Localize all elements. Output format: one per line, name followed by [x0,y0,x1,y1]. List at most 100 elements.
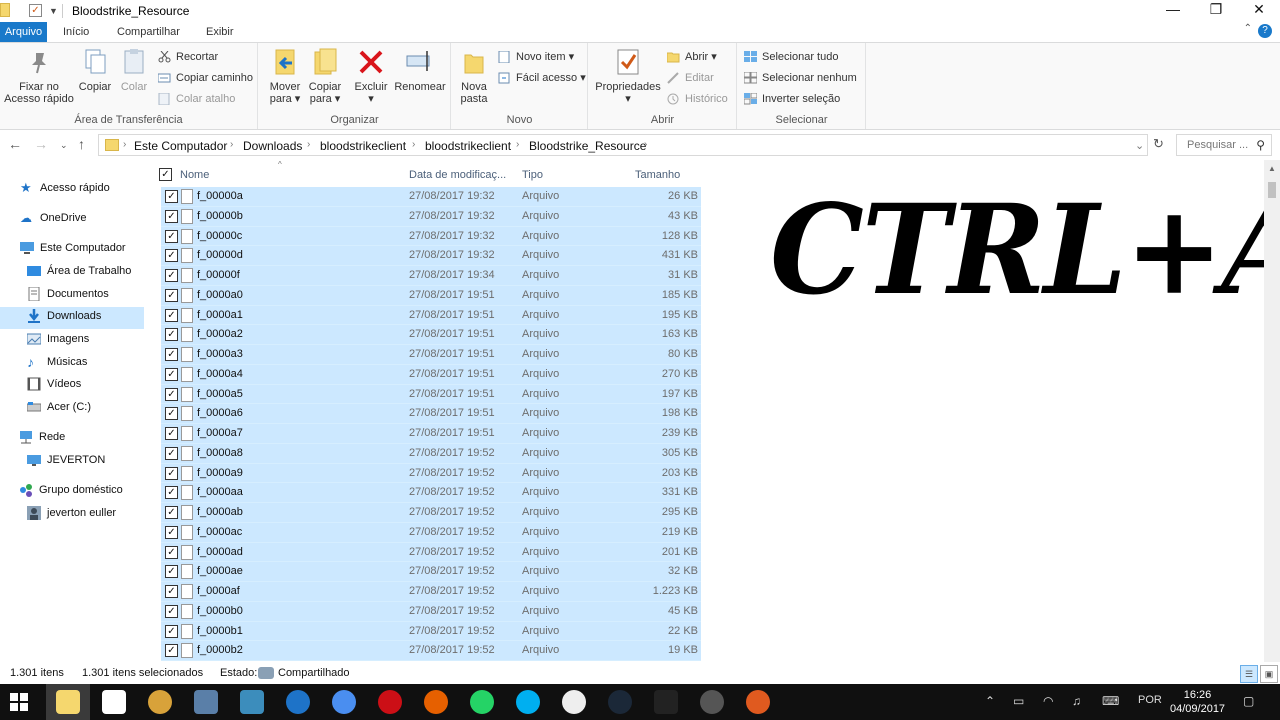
tab-compartilhar[interactable]: Compartilhar [109,22,188,42]
maximize-button[interactable]: ❐ [1193,0,1239,20]
table-row[interactable]: ✓ f_00000b 27/08/2017 19:32 Arquivo 43 KB [161,206,701,227]
game-icon[interactable] [148,690,172,714]
file-explorer-icon[interactable] [56,690,80,714]
media-player-icon[interactable] [194,690,218,714]
row-checkbox[interactable]: ✓ [165,348,178,361]
pin-quick-access-button[interactable]: Fixar no Acesso rápido [2,47,76,105]
ribbon-collapse-icon[interactable]: ⌃ [1244,23,1252,34]
game-client-icon[interactable] [746,690,770,714]
column-header-date[interactable]: Data de modificaç... [409,169,506,181]
column-header-size[interactable]: Tamanho [635,169,680,181]
copy-to-button[interactable]: Copiar para ▾ [305,47,345,105]
paste-button[interactable]: Colar [115,47,153,93]
nav-onedrive[interactable]: ☁ OneDrive [20,208,86,228]
row-checkbox[interactable]: ✓ [165,209,178,223]
nav-images[interactable]: Imagens [26,329,89,349]
row-checkbox[interactable]: ✓ [165,328,178,342]
nav-user[interactable]: jeverton euller [27,503,116,523]
row-checkbox[interactable]: ✓ [165,367,178,381]
nox-icon[interactable] [654,690,678,714]
properties-quick-icon[interactable]: ✓ [29,4,42,17]
table-row[interactable]: ✓ f_00000c 27/08/2017 19:32 Arquivo 128 KB [161,226,701,247]
table-row[interactable]: ✓ f_0000a9 27/08/2017 19:52 Arquivo 203 KB [161,463,701,484]
paste-shortcut-button[interactable]: Colar atalho [158,90,235,108]
nav-this-pc[interactable]: Este Computador [20,238,126,258]
wifi-icon[interactable]: ◠ [1043,694,1053,708]
recent-locations-chevron-icon[interactable]: ⌄ [60,140,68,151]
table-row[interactable]: ✓ f_0000a5 27/08/2017 19:51 Arquivo 197 KB [161,384,701,405]
table-row[interactable]: ✓ f_0000a4 27/08/2017 19:51 Arquivo 270 KB [161,364,701,385]
cut-button[interactable]: Recortar [158,48,218,66]
select-all-checkbox[interactable]: ✓ [159,168,172,181]
tool-app-icon[interactable] [240,690,264,714]
breadcrumb-item[interactable]: Bloodstrike_Resource [529,139,646,153]
game-launcher-icon[interactable] [700,690,724,714]
language-indicator[interactable]: POR [1138,694,1162,706]
minimize-button[interactable]: — [1150,0,1196,20]
table-row[interactable]: ✓ f_0000b0 27/08/2017 19:52 Arquivo 45 KB [161,601,701,622]
breadcrumb-item[interactable]: bloodstrikeclient [425,139,511,153]
move-to-button[interactable]: Mover para ▾ [265,47,305,105]
nav-jeverton-pc[interactable]: JEVERTON [27,450,105,470]
nav-downloads[interactable]: Downloads [27,306,101,326]
refresh-icon[interactable]: ↻ [1153,136,1164,152]
table-row[interactable]: ✓ f_0000ad 27/08/2017 19:52 Arquivo 201 KB [161,542,701,563]
nav-drive-c[interactable]: Acer (C:) [26,397,91,417]
table-row[interactable]: ✓ f_0000a0 27/08/2017 19:51 Arquivo 185 KB [161,285,701,306]
history-button[interactable]: Histórico [667,90,728,108]
row-checkbox[interactable]: ✓ [165,624,178,638]
delete-button[interactable]: Excluir ▾ [351,47,391,105]
close-button[interactable]: ✕ [1236,0,1280,20]
row-checkbox[interactable]: ✓ [165,604,178,618]
whatsapp-icon[interactable] [470,690,494,714]
nav-quick-access[interactable]: ★ Acesso rápido [20,178,110,198]
new-item-button[interactable]: Novo item ▾ [498,48,574,66]
table-row[interactable]: ✓ f_0000b2 27/08/2017 19:52 Arquivo 19 KB [161,641,701,661]
row-checkbox[interactable]: ✓ [165,427,178,440]
opera-browser-icon[interactable] [378,690,402,714]
breadcrumb-item[interactable]: bloodstrikeclient [320,139,406,153]
scrollbar-thumb[interactable] [1268,182,1276,198]
volume-icon[interactable]: ♫ [1072,694,1081,708]
tab-exibir[interactable]: Exibir [198,22,242,42]
copy-button[interactable]: Copiar [76,47,114,93]
table-row[interactable]: ✓ f_0000a1 27/08/2017 19:51 Arquivo 195 KB [161,305,701,326]
invert-selection-button[interactable]: Inverter seleção [743,90,840,108]
back-arrow-icon[interactable]: ← [8,136,22,152]
nav-network[interactable]: Rede [19,427,65,447]
table-row[interactable]: ✓ f_00000a 27/08/2017 19:32 Arquivo 26 KB [161,187,701,207]
up-arrow-icon[interactable]: ↑ [78,136,85,152]
table-row[interactable]: ✓ f_0000af 27/08/2017 19:52 Arquivo 1.223 KB [161,582,701,602]
breadcrumb-item[interactable]: Este Computador [134,139,227,153]
row-checkbox[interactable]: ✓ [165,486,178,500]
tray-expand-icon[interactable]: ⌃ [985,694,995,708]
scroll-up-arrow-icon[interactable]: ▲ [1268,164,1276,173]
keyboard-icon[interactable]: ⌨ [1102,694,1119,708]
nav-videos[interactable]: Vídeos [27,374,81,394]
table-row[interactable]: ✓ f_0000ac 27/08/2017 19:52 Arquivo 219 KB [161,522,701,543]
select-none-button[interactable]: Selecionar nenhum [743,69,857,87]
row-checkbox[interactable]: ✓ [165,190,178,203]
nav-homegroup[interactable]: Grupo doméstico [19,480,123,500]
row-checkbox[interactable]: ✓ [165,466,178,480]
table-row[interactable]: ✓ f_0000a3 27/08/2017 19:51 Arquivo 80 KB [161,345,701,365]
clock[interactable]: 16:26 04/09/2017 [1170,688,1225,716]
table-row[interactable]: ✓ f_0000ae 27/08/2017 19:52 Arquivo 32 KB [161,562,701,582]
table-row[interactable]: ✓ f_0000a8 27/08/2017 19:52 Arquivo 305 KB [161,443,701,464]
row-checkbox[interactable]: ✓ [165,446,178,460]
table-row[interactable]: ✓ f_0000a7 27/08/2017 19:51 Arquivo 239 KB [161,424,701,444]
open-button[interactable]: Abrir ▾ [666,48,717,66]
row-checkbox[interactable]: ✓ [165,387,178,401]
row-checkbox[interactable]: ✓ [165,585,178,598]
edit-button[interactable]: Editar [667,69,714,87]
firefox-browser-icon[interactable] [424,690,448,714]
column-header-type[interactable]: Tipo [522,169,543,181]
easy-access-button[interactable]: Fácil acesso ▾ [498,69,586,87]
select-all-button[interactable]: Selecionar tudo [744,48,838,66]
row-checkbox[interactable]: ✓ [165,644,178,658]
row-checkbox[interactable]: ✓ [165,565,178,579]
row-checkbox[interactable]: ✓ [165,407,178,421]
row-checkbox[interactable]: ✓ [165,308,178,322]
table-row[interactable]: ✓ f_0000b1 27/08/2017 19:52 Arquivo 22 KB [161,621,701,642]
nav-music[interactable]: ♪ Músicas [27,352,87,372]
